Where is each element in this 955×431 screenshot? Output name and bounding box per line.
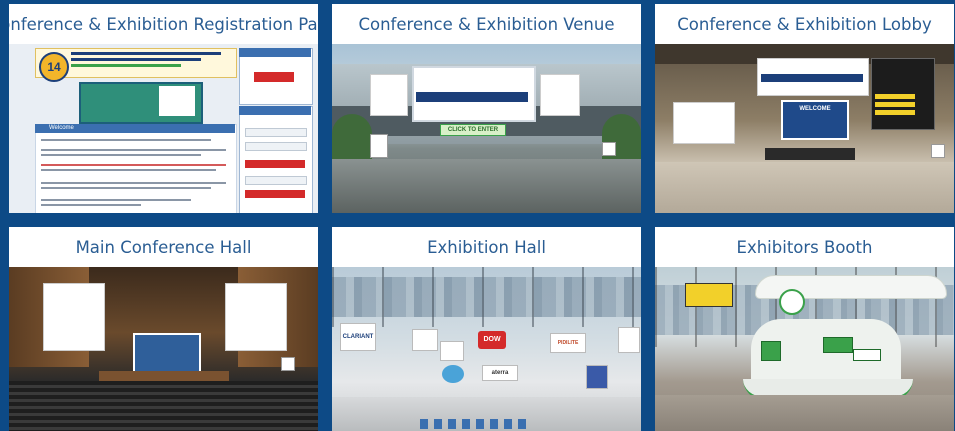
welcome-screen: WELCOME [781, 100, 849, 140]
panel-title: Exhibition Hall [427, 237, 546, 257]
navigation-bar[interactable] [420, 419, 530, 429]
booth-logo-2[interactable] [412, 329, 438, 351]
welcome-text-line [41, 149, 226, 151]
welcome-header: Welcome [35, 124, 235, 133]
welcome-text-line [41, 182, 226, 184]
booth-label: CLARIANT [342, 334, 374, 340]
click-to-enter-button[interactable]: CLICK TO ENTER [440, 124, 506, 136]
welcome-text-line [41, 199, 191, 201]
sponsor-board-left [673, 102, 735, 144]
badge-number: 14 [47, 60, 61, 74]
info-kiosk[interactable] [931, 144, 945, 158]
info-desk [765, 148, 855, 160]
booth-floor [655, 395, 954, 431]
booth-aterra[interactable]: aterra [482, 365, 518, 381]
welcome-text-line [41, 169, 216, 171]
info-kiosk[interactable] [281, 357, 295, 371]
login-submit-button[interactable] [245, 160, 305, 168]
booth-label: aterra [491, 370, 509, 376]
booth-logo-9[interactable] [442, 365, 464, 383]
stage [99, 371, 229, 381]
booth-clariant[interactable]: CLARIANT [340, 323, 376, 351]
sponsor-board-left [370, 74, 408, 116]
lobby-banner-strip [761, 74, 863, 82]
booth-pidilite[interactable]: PIDILITE [550, 333, 586, 353]
panel-title: Conference & Exhibition Venue [358, 14, 615, 34]
info-banner[interactable] [685, 283, 733, 307]
welcome-sign-text: WELCOME [799, 106, 831, 112]
already-registered-header [239, 106, 311, 115]
booth-screen-3[interactable] [853, 349, 881, 361]
info-kiosk-right[interactable] [602, 142, 616, 156]
submit-button[interactable] [245, 190, 305, 198]
panel-lobby[interactable]: Conference & Exhibition Lobby WELCOME [655, 4, 954, 213]
booth-logo-tower [779, 289, 805, 315]
sponsor-board-right [225, 283, 287, 351]
banner-text-line [71, 58, 201, 61]
welcome-text-line [41, 187, 211, 189]
booth-logo-7[interactable] [586, 365, 608, 389]
event-date-box [159, 86, 195, 116]
lobby-screenshot: WELCOME [655, 44, 954, 213]
booth-logo-8[interactable] [618, 327, 640, 353]
sponsor-board-right [540, 74, 580, 116]
trees-left [332, 114, 372, 159]
email-field[interactable] [245, 128, 307, 137]
exhibitor-booth-screenshot [655, 267, 954, 431]
panel-venue[interactable]: Conference & Exhibition Venue CLICK TO E… [332, 4, 641, 213]
panel-registration-page[interactable]: Conference & Exhibition Registration Pag… [9, 4, 318, 213]
login-button[interactable] [254, 72, 294, 82]
board-yellow-item [875, 94, 915, 99]
booth-dow[interactable]: DOW [478, 331, 506, 349]
info-kiosk-left[interactable] [370, 134, 388, 158]
exhibition-hall-screenshot: CLARIANT DOW PIDILITE aterra [332, 267, 641, 431]
forgot-password-field[interactable] [245, 176, 307, 185]
welcome-text-line [41, 154, 201, 156]
welcome-text-line [41, 204, 141, 206]
click-to-enter-label: CLICK TO ENTER [447, 127, 499, 133]
panel-title: Conference & Exhibition Registration Pag… [9, 14, 318, 34]
window-frames [332, 267, 641, 327]
banner-title-strip [416, 92, 528, 102]
board-yellow-item [875, 102, 915, 107]
panel-main-conference-hall[interactable]: Main Conference Hall [9, 227, 318, 431]
booth-logo-3[interactable] [440, 341, 464, 361]
booth-label: DOW [483, 336, 501, 343]
panel-title: Exhibitors Booth [736, 237, 873, 257]
booth-screen-2[interactable] [823, 337, 853, 353]
stage-screen [133, 333, 201, 373]
conference-hall-screenshot [9, 267, 318, 431]
welcome-text-line [41, 139, 211, 141]
panel-title: Main Conference Hall [75, 237, 252, 257]
banner-text-line [71, 64, 181, 67]
panel-title: Conference & Exhibition Lobby [677, 14, 932, 34]
board-yellow-item [875, 110, 915, 115]
registration-screenshot: 14 Welcome [9, 44, 318, 213]
banner-text-line [71, 52, 221, 55]
booth-screen-1[interactable] [761, 341, 781, 361]
anniversary-badge: 14 [39, 52, 69, 82]
lobby-floor [655, 162, 954, 213]
plaza-floor [332, 159, 641, 213]
welcome-text-line [41, 164, 226, 166]
welcome-label: Welcome [49, 125, 74, 131]
venue-screenshot: CLICK TO ENTER [332, 44, 641, 213]
login-panel-header [239, 48, 311, 57]
password-field[interactable] [245, 142, 307, 151]
panel-exhibition-hall[interactable]: Exhibition Hall CLARIANT DOW PIDILITE at… [332, 227, 641, 431]
audience-seating [9, 381, 318, 431]
sponsor-board-left [43, 283, 105, 351]
panel-exhibitors-booth[interactable]: Exhibitors Booth [655, 227, 954, 431]
booth-label: PIDILITE [557, 340, 579, 346]
